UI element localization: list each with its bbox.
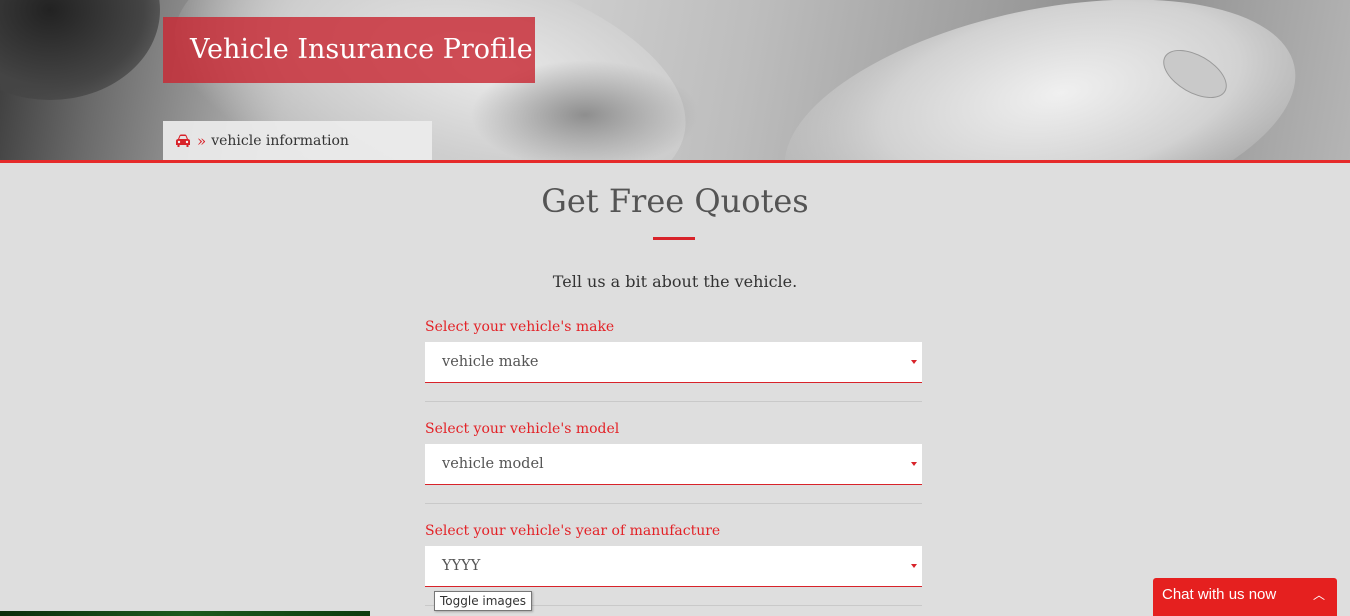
vehicle-year-value: YYYY [442, 558, 481, 574]
taskbar-strip [0, 611, 370, 616]
dropdown-caret-icon [911, 564, 917, 568]
vehicle-make-select[interactable]: vehicle make [425, 342, 922, 383]
breadcrumb-item-vehicle-information[interactable]: vehicle information [211, 133, 349, 149]
chat-widget-button[interactable]: Chat with us now ︿ [1153, 578, 1337, 616]
breadcrumb-separator: » [197, 131, 207, 150]
vehicle-year-select[interactable]: YYYY [425, 546, 922, 587]
vehicle-model-select[interactable]: vehicle model [425, 444, 922, 485]
hero-shadow [0, 0, 160, 100]
hero-bottom-border [0, 160, 1350, 163]
field-divider [425, 503, 922, 504]
section-subtitle: Tell us a bit about the vehicle. [552, 272, 798, 291]
dropdown-caret-icon [911, 462, 917, 466]
section-heading: Get Free Quotes [541, 182, 809, 220]
breadcrumb: » vehicle information [163, 121, 432, 161]
vehicle-year-label: Select your vehicle's year of manufactur… [425, 523, 721, 539]
dropdown-caret-icon [911, 360, 917, 364]
page-title: Vehicle Insurance Profile [163, 17, 535, 83]
vehicle-model-label: Select your vehicle's model [425, 421, 620, 437]
vehicle-model-value: vehicle model [442, 456, 544, 472]
field-divider [425, 401, 922, 402]
chevron-up-icon: ︿ [1312, 588, 1325, 602]
heading-underline [653, 237, 695, 240]
hero-hand-right [762, 0, 1318, 161]
toggle-images-tooltip: Toggle images [434, 591, 533, 611]
vehicle-make-label: Select your vehicle's make [425, 319, 615, 335]
vehicle-make-value: vehicle make [442, 354, 539, 370]
car-icon [176, 134, 190, 147]
chat-label: Chat with us now [1162, 586, 1277, 603]
